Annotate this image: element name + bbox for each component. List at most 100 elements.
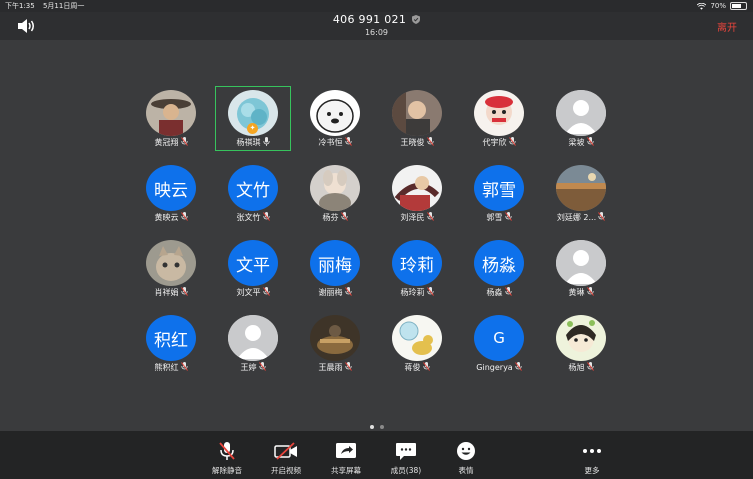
participant-tile[interactable]: 刘泽民 [381,161,453,227]
more-button[interactable]: 更多 [562,431,622,479]
participant-name-text: 王婷 [240,363,257,372]
share-screen-icon [336,443,356,458]
participant-tile[interactable]: 王婷 [217,311,289,377]
avatar-initials: 文竹 [228,165,278,211]
muted-mic-icon [426,287,434,296]
participant-name-text: 杨芬 [322,213,339,222]
participant-tile[interactable]: 玲莉杨玲莉 [381,236,453,302]
muted-mic-icon [586,287,594,296]
chat-bubble-icon [396,443,416,460]
participant-tile[interactable]: 丽梅谢丽梅 [299,236,371,302]
default-avatar-icon [556,90,606,136]
participant-tile[interactable]: 代宇欣 [463,86,535,152]
participant-name-text: 郭雪 [486,213,503,222]
participant-tile[interactable]: 王晨雨 [299,311,371,377]
participant-name-text: 熊积红 [154,363,179,372]
muted-mic-icon [180,287,188,296]
participant-name-text: 杨淼 [486,288,503,297]
avatar-initials: 积红 [146,315,196,361]
muted-mic-icon [586,137,594,146]
participant-name-text: 刘泽民 [400,213,425,222]
participant-name-text: 杨旭 [568,363,585,372]
avatar-photo [392,165,442,211]
muted-mic-icon [422,362,430,371]
default-avatar-icon [228,315,278,361]
participant-tile[interactable]: 映云 黄映云 [135,161,207,227]
participant-name: 王晨雨 [291,362,379,373]
participant-name: 代宇欣 [455,137,543,148]
reactions-button[interactable]: 表情 [436,431,496,479]
more-label: 更多 [584,466,600,475]
participant-name: 梁坡 [537,137,625,148]
avatar-initials: 玲莉 [392,240,442,286]
participant-tile[interactable]: 冷书恒 [299,86,371,152]
participant-name-text: 谢丽梅 [318,288,343,297]
participant-name: 肖祥娟 [127,287,215,298]
participant-name: 冷书恒 [291,137,379,148]
participant-name: 蒋俊 [373,362,461,373]
participant-name: 黄映云 [127,212,215,223]
participant-name-text: 肖祥娟 [154,288,179,297]
muted-mic-icon [258,362,266,371]
page-dot-2[interactable] [379,425,384,429]
muted-mic-icon [262,212,270,221]
participant-name: 杨淼 [455,287,543,298]
participant-grid: 黄冠翔 杨祺琪 冷书恒 王晓俊 代宇欣 梁坡 映云 黄映云 文竹 张文竹 杨芬 刘泽民 郭雪 郭雪 刘廷娜 … [0,0,753,479]
bottom-toolbar: 解除静音 开启视频 共享屏幕 成员(38) 表情 更多 [0,431,753,479]
avatar-photo [392,90,442,136]
avatar-photo [392,315,442,361]
muted-mic-icon [340,212,348,221]
muted-mic-icon [219,442,235,460]
participant-name-text: 刘文平 [236,288,261,297]
avatar-initials: 丽梅 [310,240,360,286]
participant-tile[interactable]: 刘廷娜 2... [545,161,617,227]
muted-mic-icon [426,212,434,221]
avatar-photo [556,165,606,211]
avatar-initials: G [474,315,524,361]
participant-tile[interactable]: 蒋俊 [381,311,453,377]
participant-name: 刘泽民 [373,212,461,223]
participant-name-text: 代宇欣 [482,138,507,147]
muted-mic-icon [598,212,606,221]
participant-tile[interactable]: 杨淼 杨淼 [463,236,535,302]
avatar-photo [310,165,360,211]
muted-mic-icon [180,362,188,371]
participant-tile[interactable]: 杨芬 [299,161,371,227]
participant-name: 杨旭 [537,362,625,373]
muted-mic-icon [180,137,188,146]
participant-tile[interactable]: 文平刘文平 [217,236,289,302]
participant-name: 刘廷娜 2... [537,212,625,223]
participant-tile[interactable]: 郭雪 郭雪 [463,161,535,227]
participant-name-text: 黄冠翔 [154,138,179,147]
participant-name: 杨玲莉 [373,287,461,298]
muted-mic-icon [514,362,522,371]
avatar-photo [146,90,196,136]
participant-name-text: 杨玲莉 [400,288,425,297]
participant-tile[interactable]: 杨旭 [545,311,617,377]
participant-name: Gingerya [455,362,543,372]
participant-name-text: 蒋俊 [404,363,421,372]
muted-mic-icon [344,362,352,371]
muted-mic-icon [344,137,352,146]
muted-mic-icon [426,137,434,146]
reactions-label: 表情 [458,466,474,475]
participant-tile[interactable]: 文竹张文竹 [217,161,289,227]
participant-tile[interactable]: 梁坡 [545,86,617,152]
more-dots-icon [583,449,601,453]
avatar-initials: 文平 [228,240,278,286]
participant-tile[interactable]: 黄冠翔 [135,86,207,152]
muted-mic-icon [504,212,512,221]
host-badge-icon: ✦ [247,123,258,134]
participant-name-text: 黄琳 [568,288,585,297]
participant-tile[interactable]: 黄琳 [545,236,617,302]
participant-tile[interactable]: 积红熊积红 [135,311,207,377]
participant-tile[interactable]: G Gingerya [463,311,535,377]
page-dot-1[interactable] [369,425,374,429]
participant-tile[interactable]: 肖祥娟 [135,236,207,302]
muted-mic-icon [508,137,516,146]
participant-name-text: Gingerya [476,363,513,372]
participant-tile[interactable]: 王晓俊 [381,86,453,152]
participant-name-text: 张文竹 [236,213,261,222]
participant-name: 杨芬 [291,212,379,223]
avatar-initials: 映云 [146,165,196,211]
